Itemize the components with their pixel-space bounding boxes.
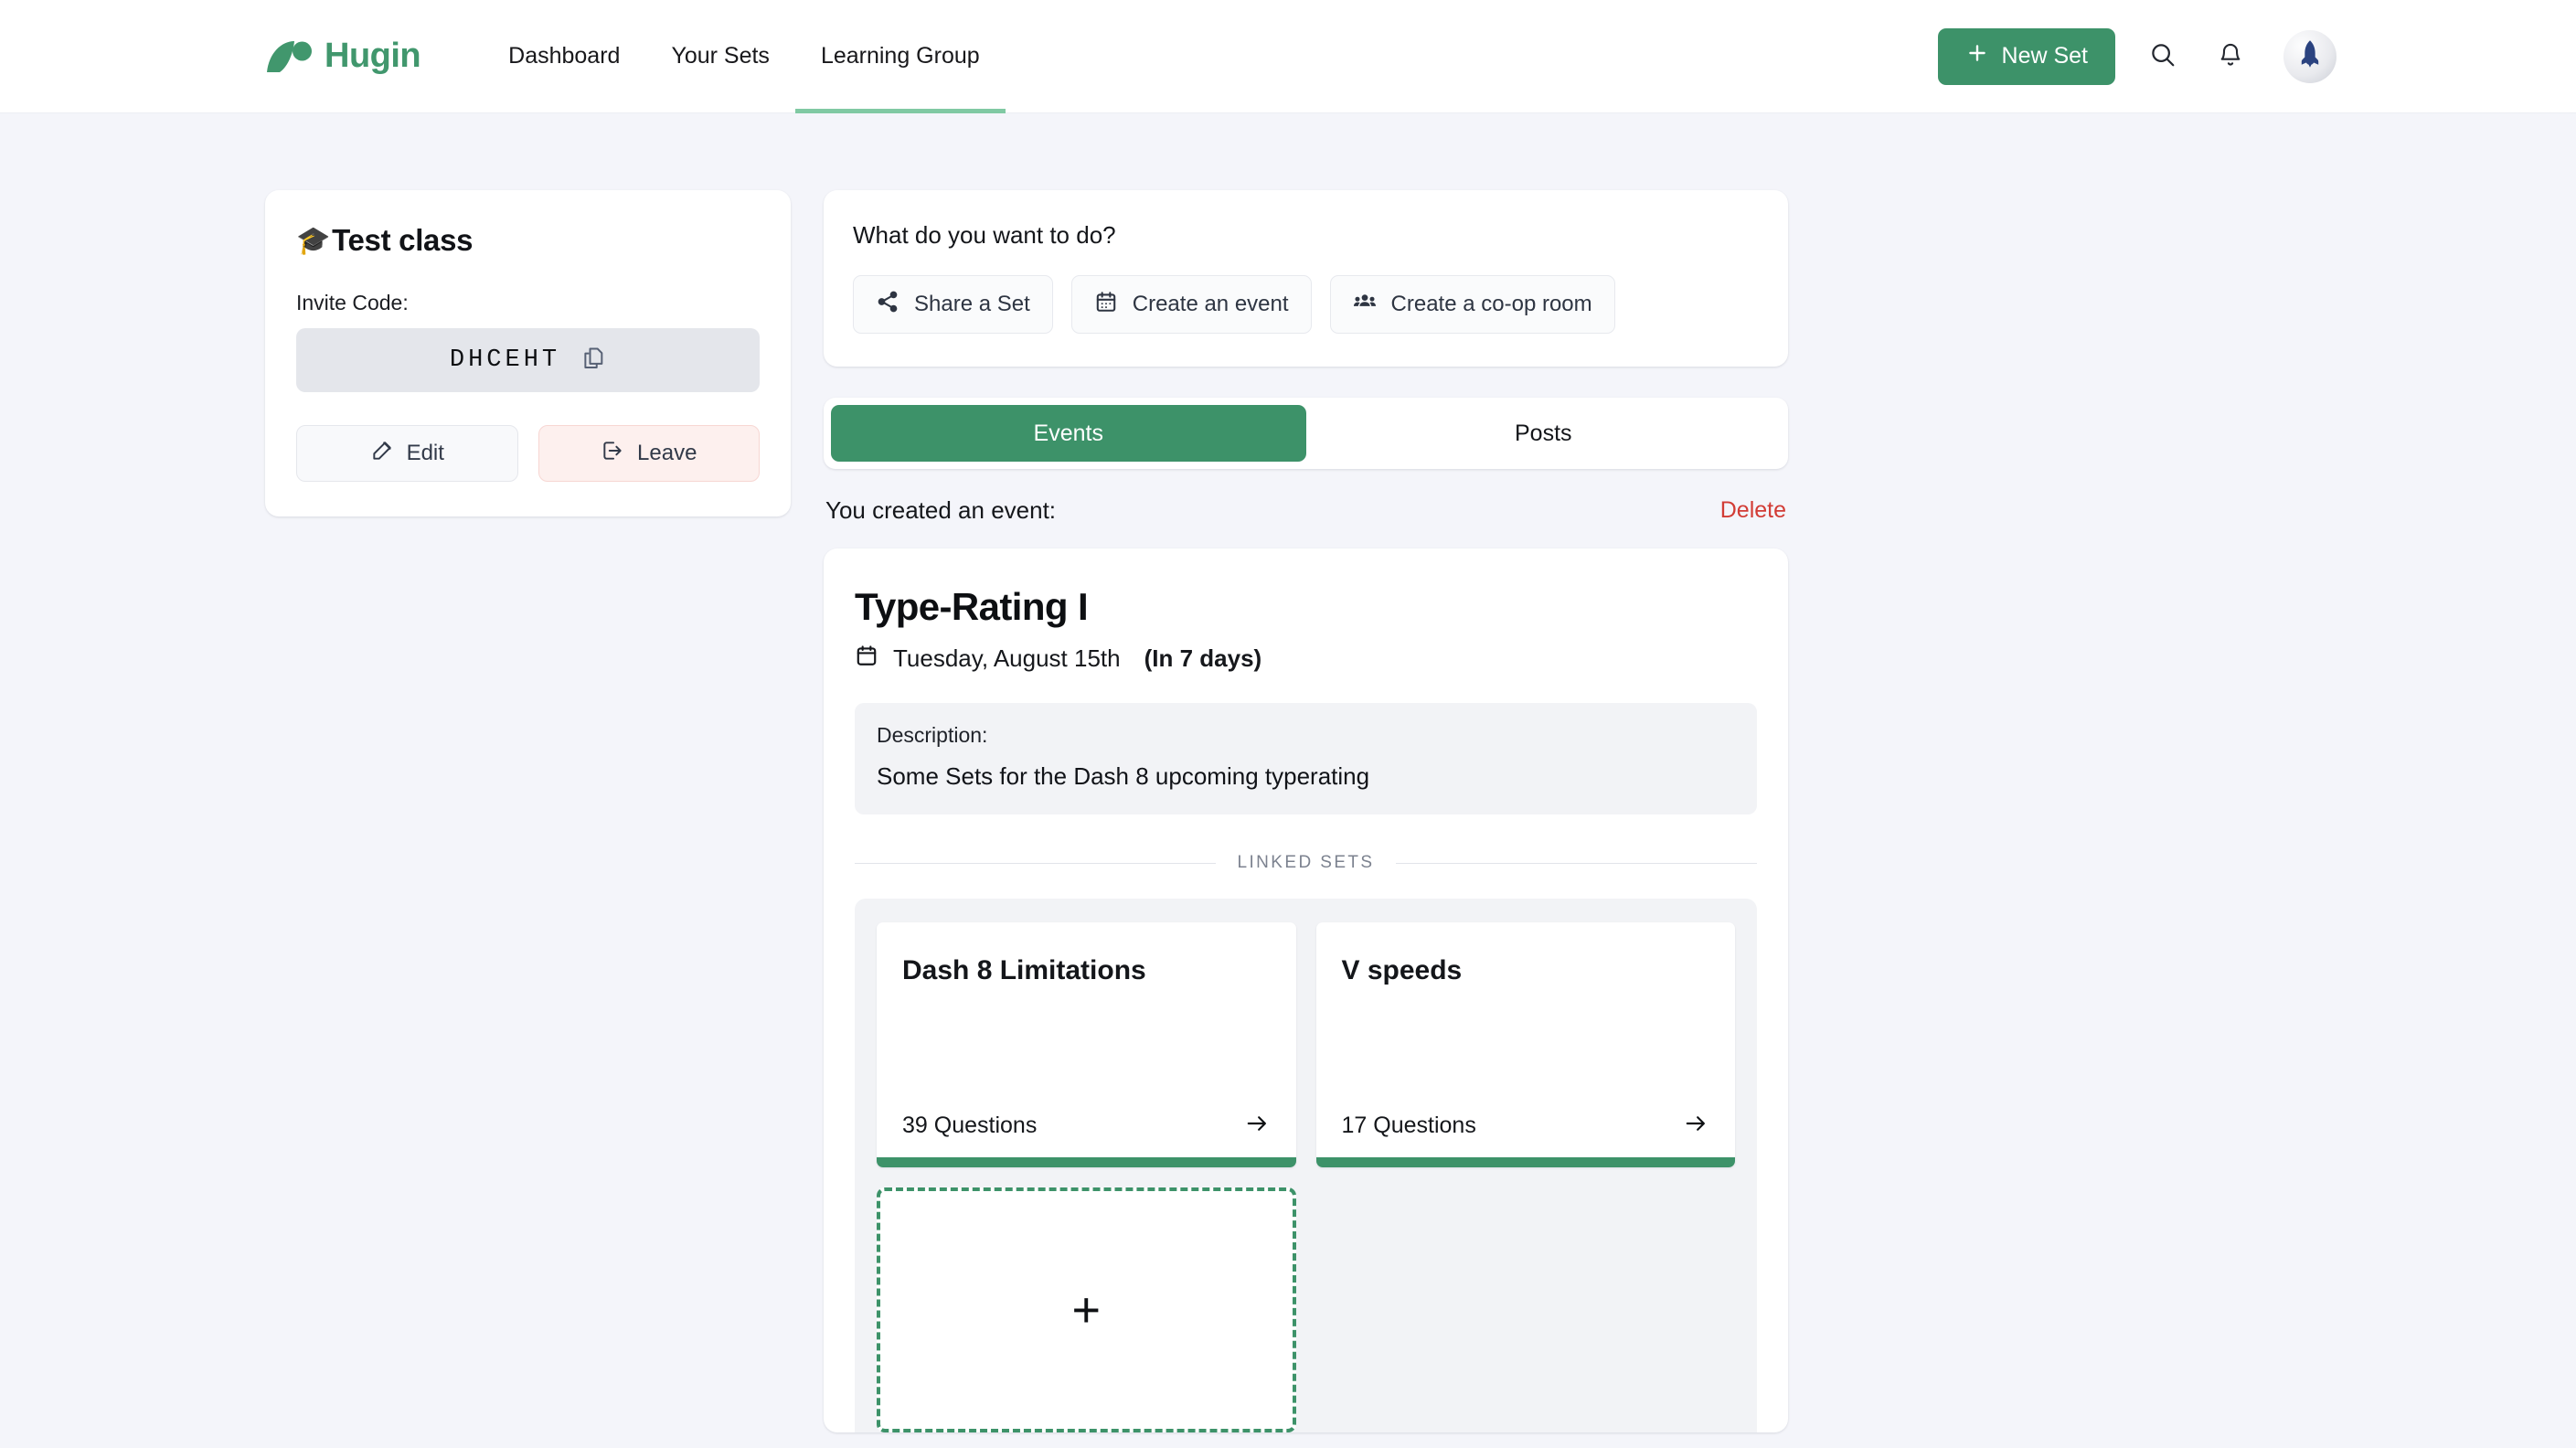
event-description-label: Description: xyxy=(877,723,988,747)
logout-icon xyxy=(601,439,624,469)
users-icon xyxy=(1353,290,1377,320)
content-tabs: Events Posts xyxy=(824,398,1788,469)
class-info-card: 🎓 Test class Invite Code: DHCEHT Edit Le… xyxy=(265,190,791,516)
event-description-box: Description: Some Sets for the Dash 8 up… xyxy=(855,703,1757,814)
set-footer: 39 Questions xyxy=(902,1112,1271,1140)
page-body: 🎓 Test class Invite Code: DHCEHT Edit Le… xyxy=(0,113,2576,1432)
search-button[interactable] xyxy=(2143,37,2183,77)
linked-sets-panel: Dash 8 Limitations 39 Questions V speeds xyxy=(855,899,1757,1432)
class-name: Test class xyxy=(332,223,474,257)
set-progress-bar xyxy=(1315,1157,1735,1167)
left-column: 🎓 Test class Invite Code: DHCEHT Edit Le… xyxy=(265,190,791,1432)
quick-actions-row: Share a Set Create an event Create a co-… xyxy=(853,275,1759,334)
arrow-right-icon[interactable] xyxy=(1682,1112,1709,1140)
brand-logo[interactable]: Hugin xyxy=(265,37,421,76)
new-set-button[interactable]: New Set xyxy=(1937,27,2115,85)
linked-sets-label: LINKED SETS xyxy=(1237,853,1375,872)
share-icon xyxy=(876,290,899,320)
edit-label: Edit xyxy=(406,441,444,465)
calendar-icon xyxy=(855,644,878,674)
nav-item-dashboard[interactable]: Dashboard xyxy=(483,0,645,113)
sets-grid-empty-cell xyxy=(1316,1187,1736,1432)
set-question-count: 39 Questions xyxy=(902,1113,1038,1138)
set-question-count: 17 Questions xyxy=(1341,1113,1476,1138)
event-date-text: Tuesday, August 15th xyxy=(893,644,1121,672)
brand-name: Hugin xyxy=(325,37,421,75)
invite-code-box[interactable]: DHCEHT xyxy=(296,328,760,392)
quick-actions-title: What do you want to do? xyxy=(853,221,1116,249)
invite-code-value: DHCEHT xyxy=(449,346,561,374)
event-card: Type-Rating I Tuesday, August 15th (In 7… xyxy=(824,548,1788,1432)
quick-actions-card: What do you want to do? Share a Set Crea… xyxy=(824,190,1788,367)
event-relative-time: (In 7 days) xyxy=(1144,644,1262,672)
calendar-icon xyxy=(1094,290,1118,320)
bell-icon xyxy=(2218,42,2243,70)
invite-code-label: Invite Code: xyxy=(296,291,409,314)
add-set-button[interactable]: + xyxy=(877,1187,1296,1432)
hugin-leaf-logo-icon xyxy=(265,38,313,75)
class-title: 🎓 Test class xyxy=(296,223,760,258)
search-icon xyxy=(2149,41,2177,71)
create-an-event-label: Create an event xyxy=(1132,292,1289,316)
plus-icon: + xyxy=(1071,1283,1102,1337)
header-actions: New Set xyxy=(1937,27,2336,85)
nav-item-your-sets[interactable]: Your Sets xyxy=(645,0,794,113)
create-an-event-button[interactable]: Create an event xyxy=(1070,275,1312,334)
set-card[interactable]: Dash 8 Limitations 39 Questions xyxy=(877,922,1296,1167)
pencil-square-icon xyxy=(370,439,394,469)
share-a-set-button[interactable]: Share a Set xyxy=(853,275,1053,334)
set-card[interactable]: V speeds 17 Questions xyxy=(1315,922,1735,1167)
create-co-op-room-button[interactable]: Create a co-op room xyxy=(1329,275,1615,334)
edit-button[interactable]: Edit xyxy=(296,425,518,482)
linked-sets-divider: LINKED SETS xyxy=(855,853,1757,873)
notifications-button[interactable] xyxy=(2210,37,2251,77)
plus-icon xyxy=(1965,41,1989,71)
event-title: Type-Rating I xyxy=(855,585,1089,628)
divider-line-right xyxy=(1396,862,1757,864)
set-title: Dash 8 Limitations xyxy=(902,955,1146,985)
copy-icon[interactable] xyxy=(580,346,606,376)
app-header: Hugin Dashboard Your Sets Learning Group… xyxy=(0,0,2576,113)
main-nav: Dashboard Your Sets Learning Group xyxy=(483,0,1006,113)
event-description-text: Some Sets for the Dash 8 upcoming typera… xyxy=(877,762,1370,790)
avatar[interactable] xyxy=(2283,29,2336,83)
event-meta-row: You created an event: Delete xyxy=(824,496,1788,525)
right-column: What do you want to do? Share a Set Crea… xyxy=(824,190,1788,1432)
tab-posts[interactable]: Posts xyxy=(1306,405,1782,462)
new-set-label: New Set xyxy=(2001,43,2088,69)
rocket-avatar-icon xyxy=(2294,38,2326,74)
leave-label: Leave xyxy=(637,441,697,465)
class-card-actions: Edit Leave xyxy=(296,425,760,482)
event-meta-label: You created an event: xyxy=(825,496,1057,524)
set-progress-bar xyxy=(877,1157,1296,1167)
tab-events[interactable]: Events xyxy=(831,405,1306,462)
event-date-row: Tuesday, August 15th (In 7 days) xyxy=(855,644,1757,674)
create-co-op-room-label: Create a co-op room xyxy=(1390,292,1592,316)
arrow-right-icon[interactable] xyxy=(1243,1112,1271,1140)
delete-event-button[interactable]: Delete xyxy=(1720,497,1786,524)
set-title: V speeds xyxy=(1341,955,1463,985)
share-a-set-label: Share a Set xyxy=(914,292,1030,316)
nav-item-learning-group[interactable]: Learning Group xyxy=(794,0,1006,113)
leave-button[interactable]: Leave xyxy=(538,425,760,482)
divider-line-left xyxy=(855,862,1216,864)
set-footer: 17 Questions xyxy=(1342,1112,1710,1140)
graduation-cap-icon: 🎓 xyxy=(296,225,331,256)
